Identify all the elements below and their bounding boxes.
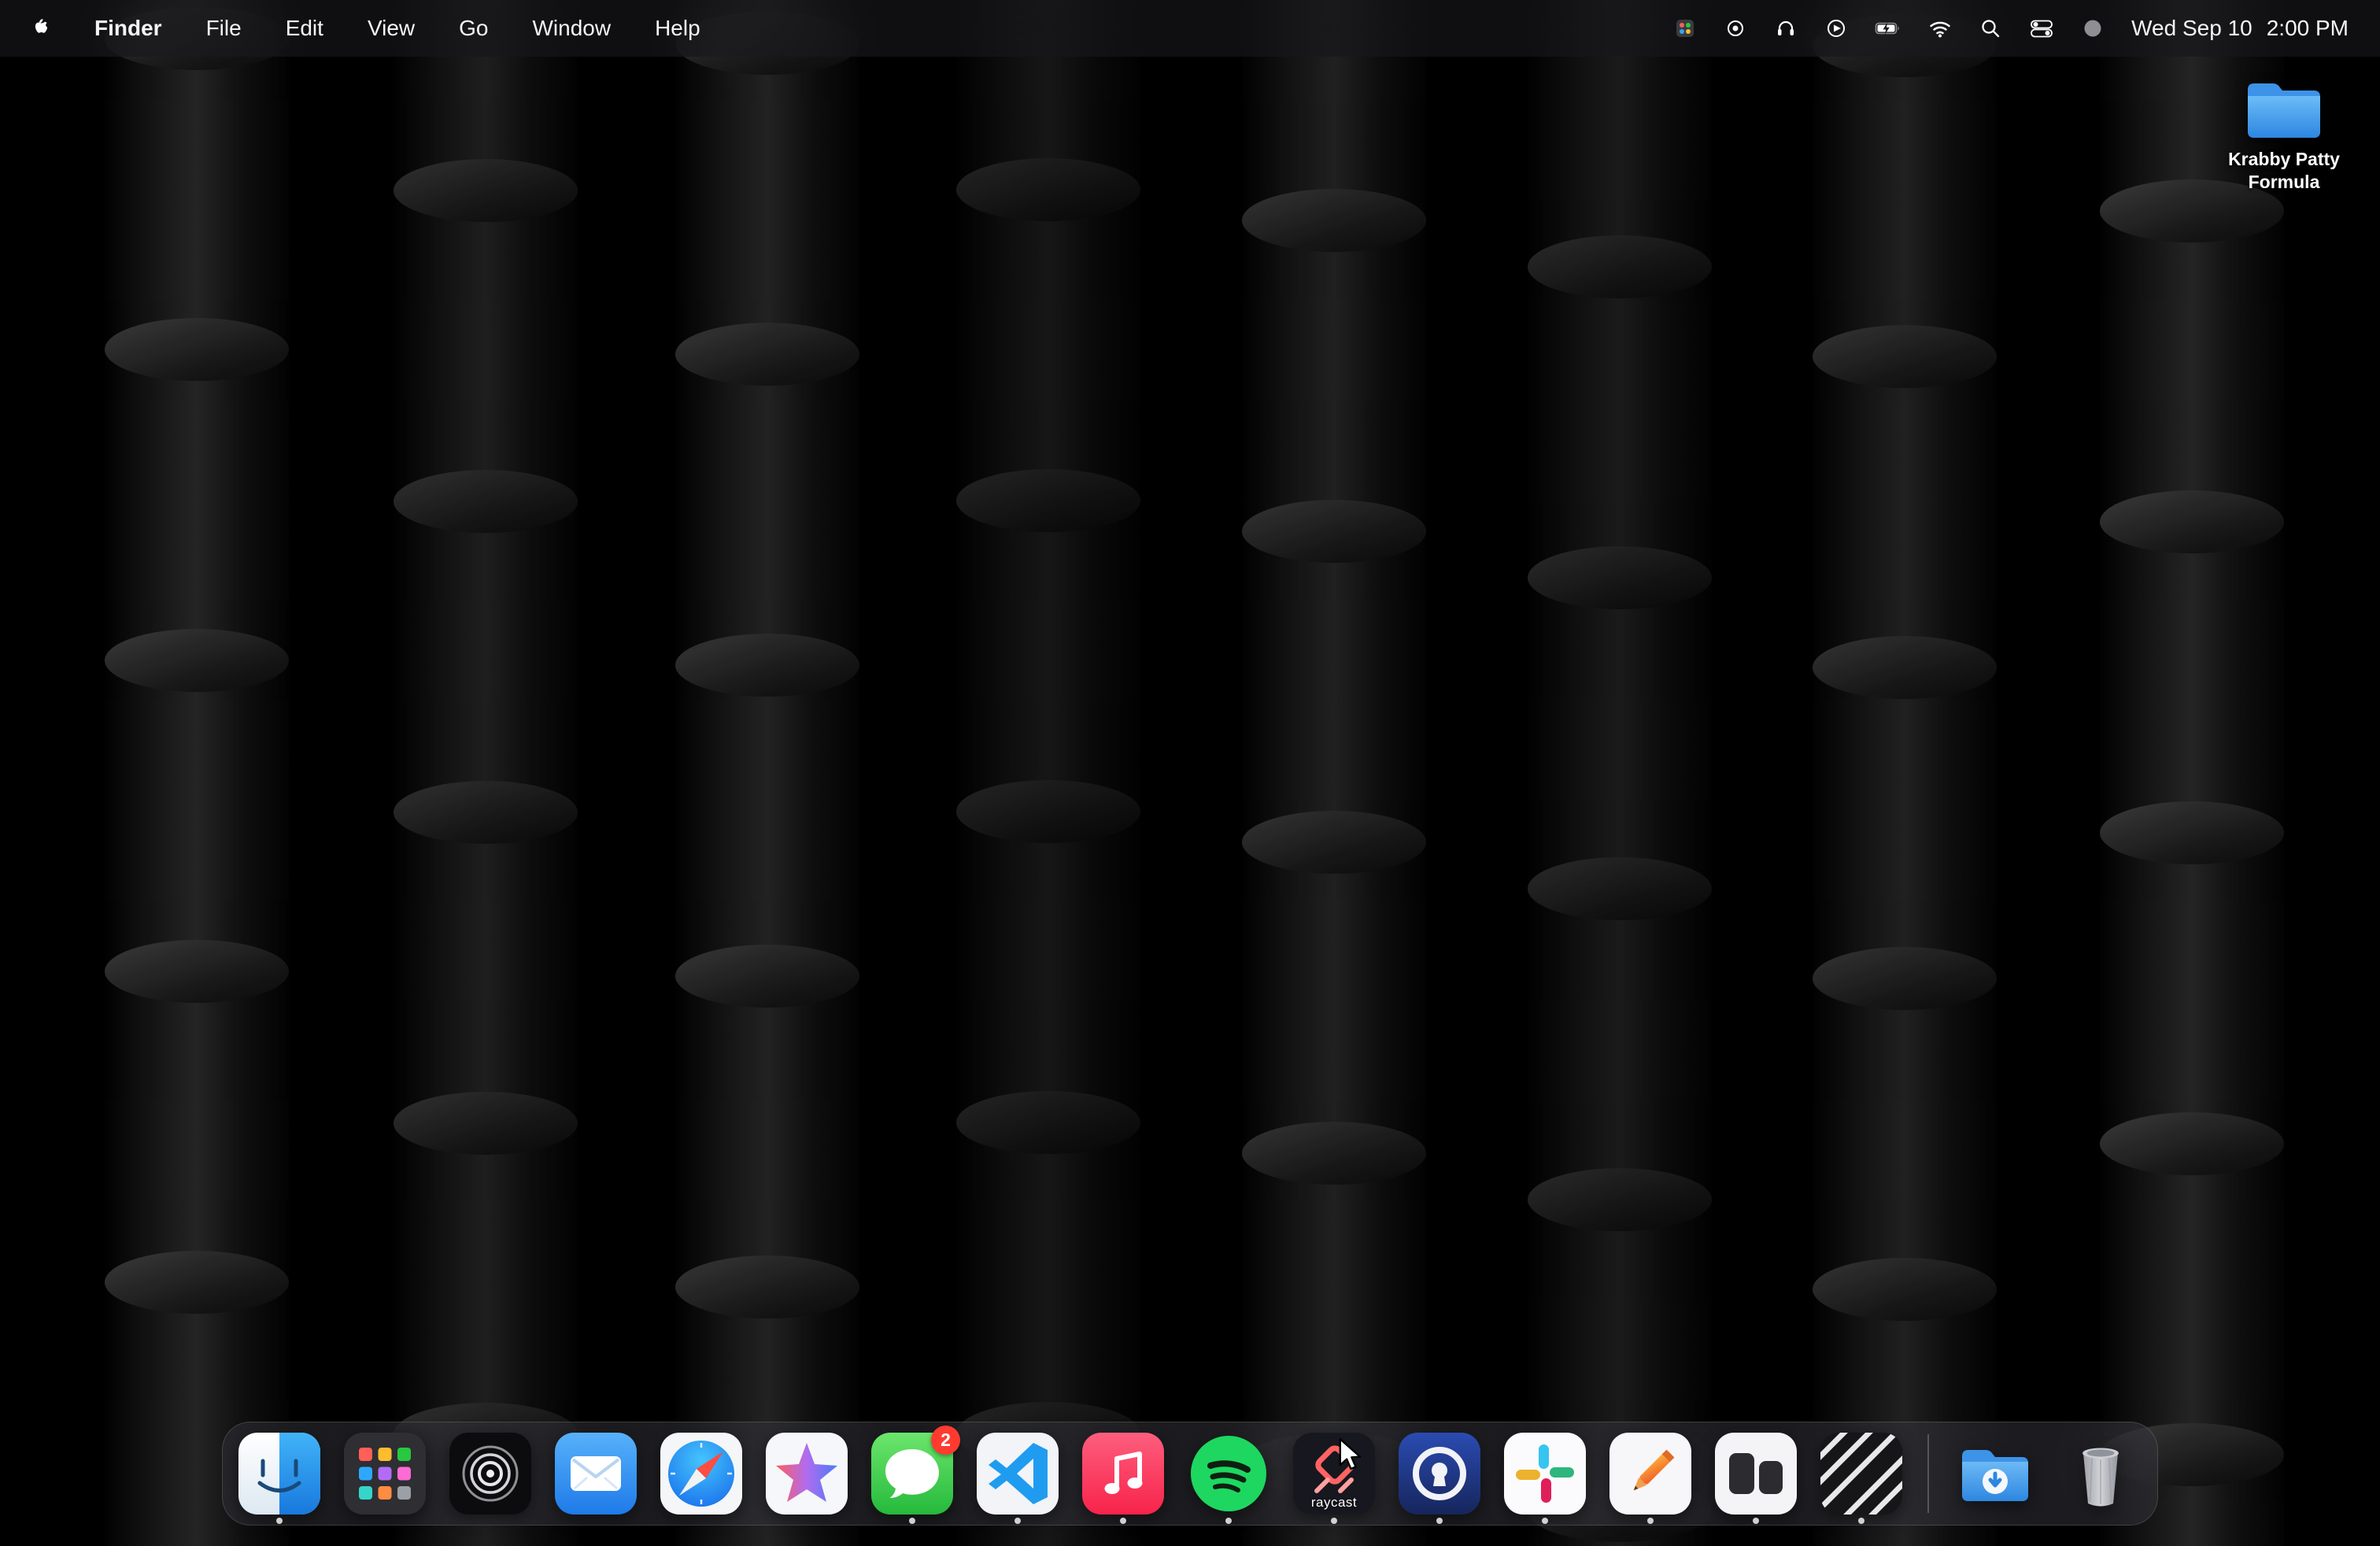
- folder-icon: [2241, 72, 2326, 143]
- apple-icon: [28, 13, 50, 39]
- status-record-circle-icon[interactable]: [1724, 17, 1747, 40]
- rings-app-icon: [449, 1433, 531, 1515]
- running-indicator: [1436, 1518, 1443, 1524]
- running-indicator: [1542, 1518, 1548, 1524]
- safari-icon: [660, 1433, 742, 1515]
- menu-go[interactable]: Go: [459, 16, 488, 41]
- downloads-folder-icon: [1954, 1433, 2036, 1515]
- menu-bar: Finder File Edit View Go Window Help: [0, 0, 2380, 57]
- dock-item-pen-app[interactable]: [1609, 1433, 1691, 1515]
- desktop: Finder File Edit View Go Window Help: [0, 0, 2380, 1546]
- apple-menu[interactable]: [28, 13, 50, 44]
- spotify-icon: [1188, 1433, 1269, 1515]
- dock-item-finder[interactable]: [238, 1433, 320, 1515]
- status-colored-grid-app-icon[interactable]: [1673, 17, 1697, 40]
- dock: 2: [222, 1422, 2158, 1526]
- mail-icon: [555, 1433, 637, 1515]
- wifi-icon[interactable]: [1928, 17, 1952, 40]
- running-indicator: [1858, 1518, 1864, 1524]
- menu-help[interactable]: Help: [655, 16, 700, 41]
- dock-item-panels-app[interactable]: [1715, 1433, 1797, 1515]
- menu-view[interactable]: View: [368, 16, 415, 41]
- running-indicator: [1120, 1518, 1126, 1524]
- dock-item-1password[interactable]: [1399, 1433, 1480, 1515]
- status-headphones-icon[interactable]: [1774, 17, 1798, 40]
- pen-app-icon: [1609, 1433, 1691, 1515]
- dock-item-music[interactable]: [1082, 1433, 1164, 1515]
- menubar-time: 2:00 PM: [2267, 16, 2349, 41]
- menu-edit[interactable]: Edit: [286, 16, 323, 41]
- 1password-icon: [1399, 1433, 1480, 1515]
- wallpaper: [0, 0, 2380, 1546]
- menu-bar-right: Wed Sep 10 2:00 PM: [1673, 16, 2349, 41]
- account-circle-icon[interactable]: [2081, 17, 2105, 40]
- star-app-icon: [766, 1433, 848, 1515]
- launchpad-icon: [344, 1433, 426, 1515]
- finder-icon: [238, 1433, 320, 1515]
- panels-app-icon: [1715, 1433, 1797, 1515]
- running-indicator: [1331, 1518, 1337, 1524]
- dock-item-downloads[interactable]: [1954, 1433, 2036, 1515]
- dock-item-spotify[interactable]: [1188, 1433, 1269, 1515]
- control-center-icon[interactable]: [2029, 17, 2054, 40]
- music-icon: [1082, 1433, 1164, 1515]
- dock-divider: [1927, 1434, 1929, 1513]
- dock-item-star-app[interactable]: [766, 1433, 848, 1515]
- dock-item-vscode[interactable]: [977, 1433, 1059, 1515]
- menubar-clock[interactable]: Wed Sep 10 2:00 PM: [2131, 16, 2349, 41]
- dock-item-messages[interactable]: 2: [871, 1433, 953, 1515]
- running-indicator: [1225, 1518, 1232, 1524]
- vscode-icon: [977, 1433, 1059, 1515]
- menu-bar-left: Finder File Edit View Go Window Help: [28, 13, 700, 44]
- app-menu-active[interactable]: Finder: [94, 16, 162, 41]
- running-indicator: [1647, 1518, 1654, 1524]
- striped-app-icon: [1820, 1433, 1902, 1515]
- running-indicator: [1014, 1518, 1021, 1524]
- status-play-circle-icon[interactable]: [1824, 17, 1848, 40]
- spotlight-search-icon[interactable]: [1979, 17, 2002, 40]
- dock-item-safari[interactable]: [660, 1433, 742, 1515]
- dock-item-launchpad[interactable]: [344, 1433, 426, 1515]
- running-indicator: [909, 1518, 915, 1524]
- slack-icon: [1504, 1433, 1586, 1515]
- dock-item-rings-app[interactable]: [449, 1433, 531, 1515]
- dock-item-mail[interactable]: [555, 1433, 637, 1515]
- menu-file[interactable]: File: [206, 16, 242, 41]
- raycast-hover-label: raycast: [1311, 1495, 1357, 1511]
- mouse-cursor: [1338, 1437, 1363, 1472]
- running-indicator: [276, 1518, 283, 1524]
- menubar-date: Wed Sep 10: [2131, 16, 2252, 41]
- dock-item-striped-app[interactable]: [1820, 1433, 1902, 1515]
- menu-window[interactable]: Window: [532, 16, 611, 41]
- battery-charging-icon[interactable]: [1875, 17, 1901, 40]
- desktop-folder-label: Krabby Patty Formula: [2228, 148, 2340, 194]
- messages-badge: 2: [931, 1426, 960, 1455]
- running-indicator: [1753, 1518, 1759, 1524]
- desktop-folder-krabby-patty[interactable]: Krabby Patty Formula: [2197, 72, 2371, 194]
- dock-item-trash[interactable]: [2060, 1433, 2142, 1515]
- dock-item-slack[interactable]: [1504, 1433, 1586, 1515]
- trash-icon: [2060, 1433, 2142, 1515]
